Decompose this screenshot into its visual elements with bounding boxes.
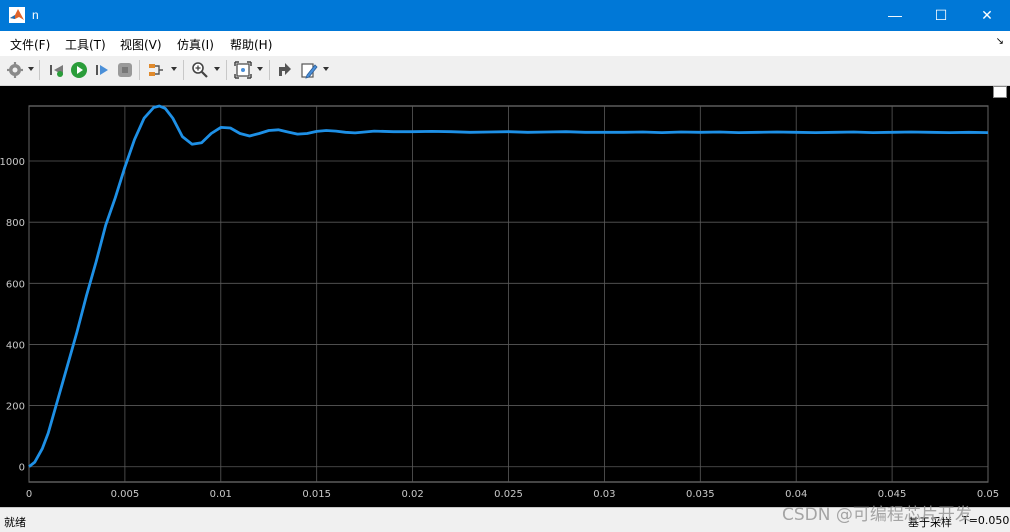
toolbar-separator: [39, 60, 40, 80]
y-tick-label: 400: [6, 340, 25, 351]
maximize-button[interactable]: ☐: [918, 0, 964, 31]
gear-menu-caret-icon[interactable]: [28, 67, 34, 71]
x-tick-label: 0.02: [401, 489, 423, 500]
x-tick-label: 0.025: [494, 489, 523, 500]
matlab-icon: [9, 7, 25, 23]
x-tick-label: 0.015: [302, 489, 331, 500]
edit-caret-icon[interactable]: [323, 67, 329, 71]
menu-view[interactable]: 视图(V): [120, 36, 162, 53]
scope-plot[interactable]: 0 0.005 0.01 0.015 0.02 0.025 0.03 0.035 0.04 0.0…: [0, 86, 1010, 507]
y-tick-label: 1000: [0, 157, 25, 168]
menu-file[interactable]: 文件(F): [10, 36, 50, 53]
y-tick-label: 800: [6, 218, 25, 229]
toolbar-separator: [183, 60, 184, 80]
menu-simulation[interactable]: 仿真(I): [177, 36, 214, 53]
title-bar: n — ☐ ✕: [0, 0, 1010, 31]
autoscale-icon[interactable]: [234, 61, 252, 79]
x-tick-label: 0.05: [977, 489, 999, 500]
toolbar-separator: [269, 60, 270, 80]
toolbar-separator: [139, 60, 140, 80]
minimize-button[interactable]: —: [872, 0, 918, 31]
x-tick-label: 0.035: [686, 489, 715, 500]
restore-layout-icon[interactable]: [993, 86, 1007, 98]
x-tick-label: 0.045: [878, 489, 907, 500]
signal-select-caret-icon[interactable]: [171, 67, 177, 71]
y-tick-label: 0: [19, 463, 25, 474]
signal-select-icon[interactable]: [147, 61, 165, 79]
x-tick-label: 0.04: [785, 489, 807, 500]
menu-bar: 文件(F) 工具(T) 视图(V) 仿真(I) 帮助(H) ↘: [0, 31, 1010, 56]
scope-display: 0 0.005 0.01 0.015 0.02 0.025 0.03 0.035 0.04 0.0…: [0, 86, 1010, 507]
zoom-icon[interactable]: [191, 61, 209, 79]
toolbar: [0, 56, 1010, 86]
y-tick-label: 200: [6, 402, 25, 413]
toolbar-separator: [226, 60, 227, 80]
close-button[interactable]: ✕: [964, 0, 1010, 31]
x-tick-label: 0.03: [593, 489, 615, 500]
status-ready-text: 就绪: [4, 516, 26, 529]
zoom-caret-icon[interactable]: [214, 67, 220, 71]
x-tick-label: 0.01: [210, 489, 232, 500]
y-tick-label: 600: [6, 279, 25, 290]
gear-icon[interactable]: [6, 61, 24, 79]
watermark: CSDN @可编程芯片开发: [782, 505, 972, 525]
step-forward-icon[interactable]: [93, 61, 111, 79]
highlight-icon[interactable]: [276, 61, 294, 79]
undock-icon[interactable]: ↘: [996, 36, 1004, 47]
autoscale-caret-icon[interactable]: [257, 67, 263, 71]
menu-help[interactable]: 帮助(H): [230, 36, 272, 53]
run-icon[interactable]: [70, 61, 88, 79]
edit-icon[interactable]: [300, 61, 318, 79]
step-back-icon[interactable]: [48, 61, 66, 79]
stop-icon[interactable]: [116, 61, 134, 79]
menu-tools[interactable]: 工具(T): [65, 36, 106, 53]
window-title: n: [32, 8, 39, 22]
x-tick-label: 0: [26, 489, 32, 500]
x-tick-label: 0.005: [111, 489, 140, 500]
